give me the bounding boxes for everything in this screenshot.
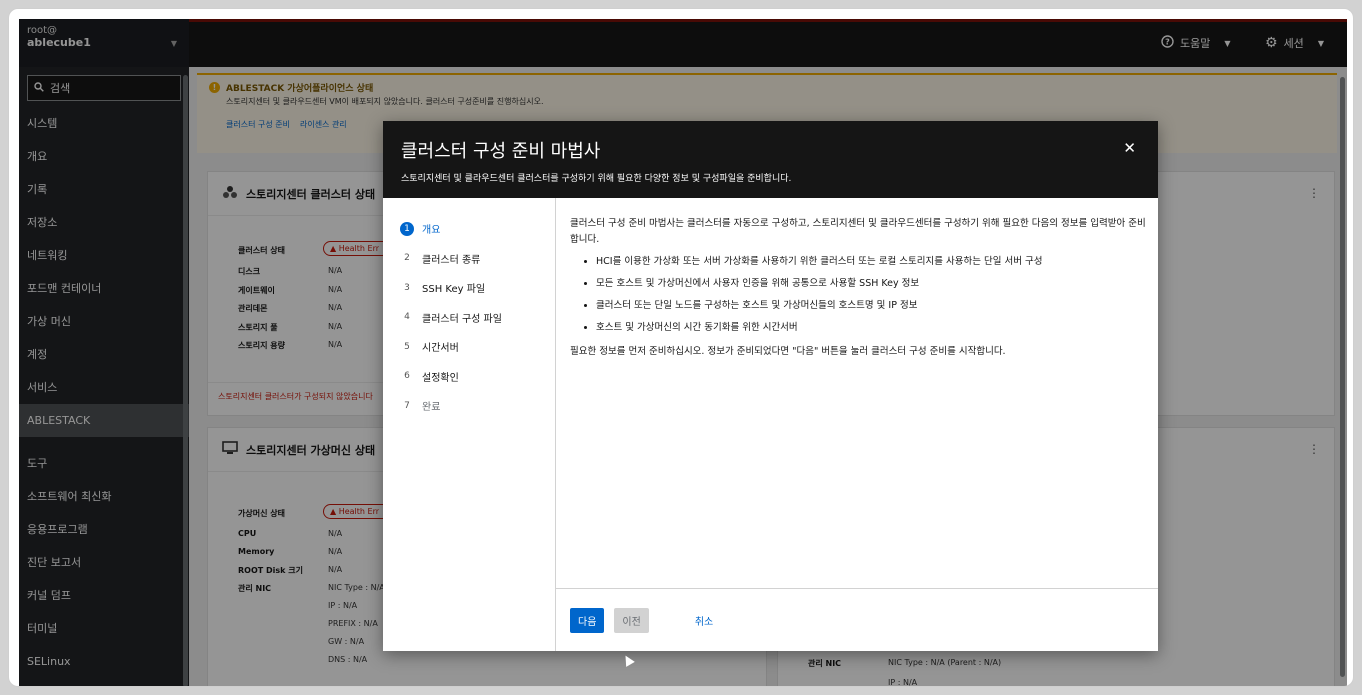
wizard-step: 7 완료 [383,391,555,421]
step-number: 6 [404,371,410,382]
step-label: 시간서버 [422,343,459,355]
requirement-item: HCI를 이용한 가상화 또는 서버 가상화를 사용하기 위한 클러스터 또는 … [596,254,1146,270]
step-label: 클러스터 종류 [422,254,481,266]
prev-button[interactable]: 이전 [614,607,649,633]
wizard-step[interactable]: 3 SSH Key 파일 [383,273,555,303]
step-label: 완료 [422,402,441,414]
intro-text: 클러스터 구성 준비 마법사는 클러스터를 자동으로 구성하고, 스토리지센터 … [570,218,1146,245]
outro-text: 필요한 정보를 먼저 준비하십시오. 정보가 준비되었다면 "다음" 버튼을 눌… [570,346,1006,357]
step-number: 1 [400,221,414,236]
step-number: 5 [404,341,410,352]
step-label: 개요 [422,225,441,237]
requirement-item: 호스트 및 가상머신의 시간 동기화를 위한 시간서버 [596,320,1146,336]
wizard-step[interactable]: 1 개요 [383,214,555,244]
step-label: 클러스터 구성 파일 [422,313,502,325]
cancel-button[interactable]: 취소 [687,608,721,633]
step-label: SSH Key 파일 [422,284,486,296]
app-shell: root@ ablecube1 ▼ 검색 시스템 개요 기록 저장소 네트워킹 포드맨 컨… [19,19,1347,686]
modal-title: 클러스터 구성 준비 마법사 [401,141,601,162]
next-button[interactable]: 다음 [570,607,605,633]
window-frame: root@ ablecube1 ▼ 검색 시스템 개요 기록 저장소 네트워킹 포드맨 컨… [8,8,1354,687]
step-number: 7 [404,400,410,411]
step-number: 3 [404,282,410,293]
modal-subtitle: 스토리지센터 및 클라우드센터 클러스터를 구성하기 위해 필요한 다양한 정보… [401,174,792,184]
step-number: 4 [404,312,410,323]
wizard-step[interactable]: 4 클러스터 구성 파일 [383,303,555,333]
wizard-footer: 다음 이전 취소 [556,588,1158,651]
step-number: 2 [404,253,410,264]
wizard-body: 클러스터 구성 준비 마법사는 클러스터를 자동으로 구성하고, 스토리지센터 … [556,198,1158,588]
wizard-step[interactable]: 6 설정확인 [383,362,555,392]
cluster-wizard-modal: 클러스터 구성 준비 마법사 스토리지센터 및 클라우드센터 클러스터를 구성하… [383,121,1158,651]
requirement-item: 모든 호스트 및 가상머신에서 사용자 인증을 위해 공통으로 사용할 SSH … [596,276,1146,292]
requirements-list: HCI를 이용한 가상화 또는 서버 가상화를 사용하기 위한 클러스터 또는 … [596,254,1146,336]
wizard-step[interactable]: 5 시간서버 [383,332,555,362]
requirement-item: 클러스터 또는 단일 노드를 구성하는 호스트 및 가상머신들의 호스트명 및 … [596,298,1146,314]
step-label: 설정확인 [422,372,459,384]
close-icon[interactable]: ✕ [1123,139,1136,157]
wizard-step[interactable]: 2 클러스터 종류 [383,244,555,274]
wizard-steps: 1 개요 2 클러스터 종류 3 SSH Key 파일 4 클러스터 구성 파일 5 시간서버 6 설… [383,198,556,651]
